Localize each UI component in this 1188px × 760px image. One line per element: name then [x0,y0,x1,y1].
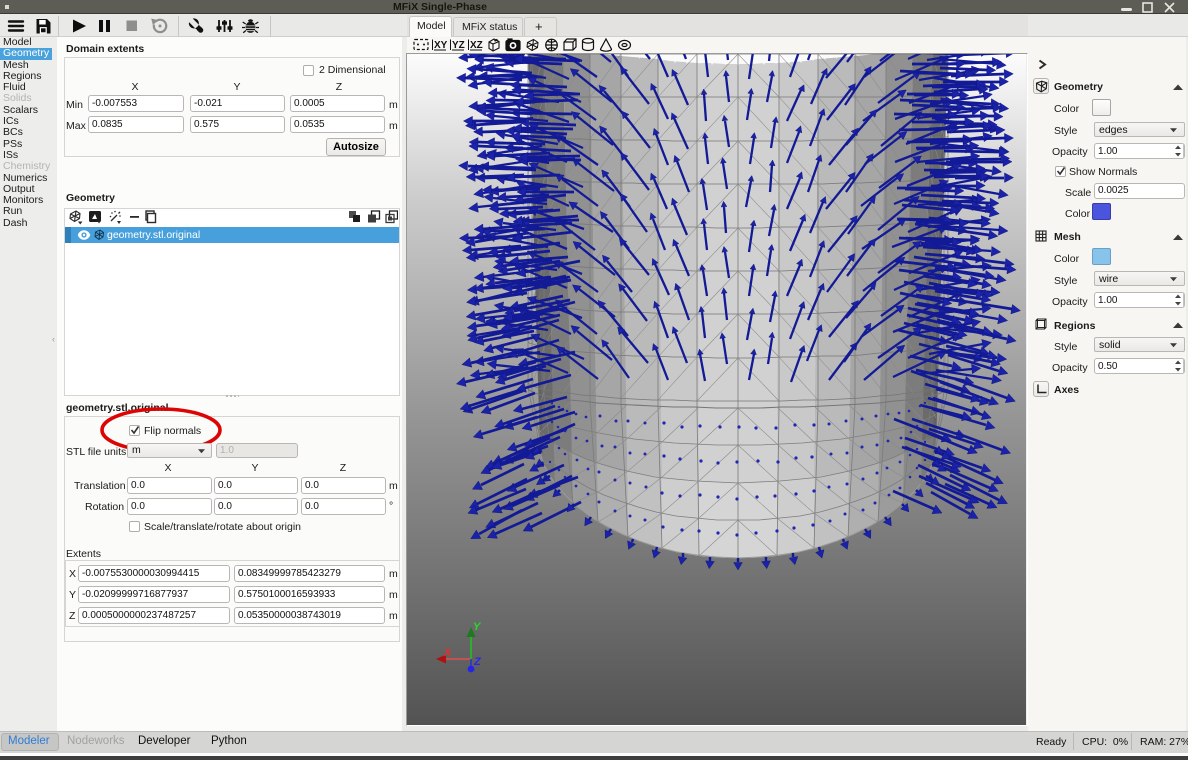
svg-text:X: X [443,647,452,659]
svg-text:Z: Z [473,656,482,668]
